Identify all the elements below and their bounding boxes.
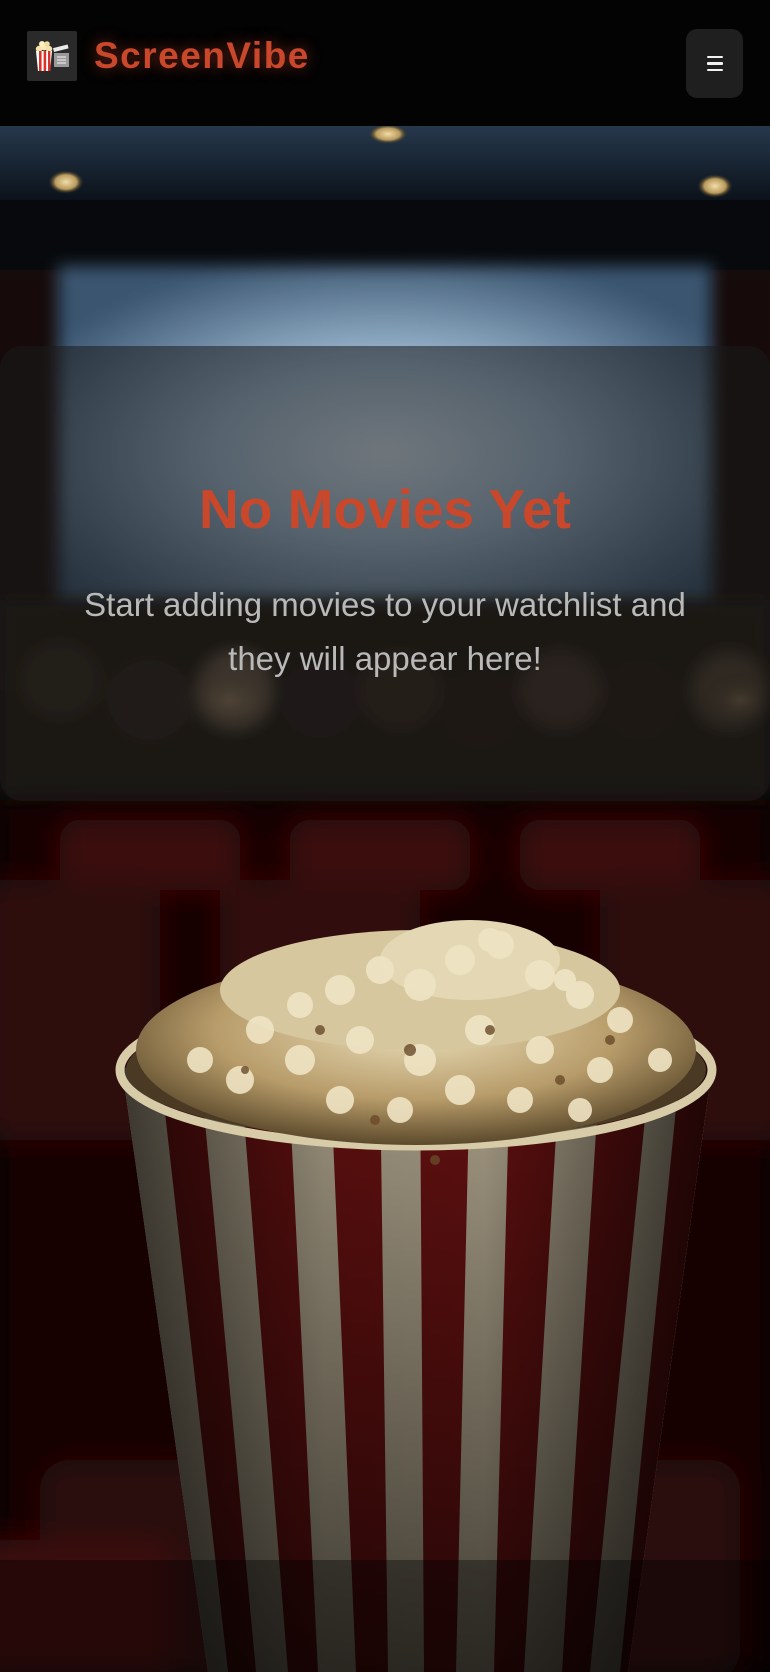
popcorn-clapperboard-icon xyxy=(35,41,69,71)
app-header: ScreenVibe xyxy=(0,0,770,126)
empty-state-message: Start adding movies to your watchlist an… xyxy=(84,586,686,677)
logo[interactable] xyxy=(27,31,77,81)
menu-button[interactable] xyxy=(686,29,743,98)
empty-state-title: No Movies Yet xyxy=(199,478,571,540)
hamburger-menu-icon xyxy=(706,55,723,72)
brand-name[interactable]: ScreenVibe xyxy=(94,30,310,82)
page: ScreenVibe No Movies Yet Start adding mo… xyxy=(0,0,770,1672)
empty-state-card: No Movies Yet Start adding movies to you… xyxy=(0,346,770,801)
cinema-background-image xyxy=(0,0,770,1672)
